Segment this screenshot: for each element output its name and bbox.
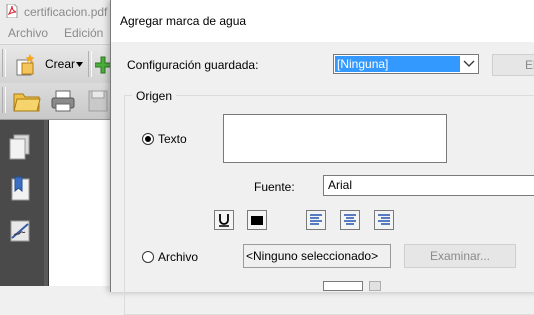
dialog-title-bar: Agregar marca de agua [111, 0, 534, 42]
saved-config-dropdown[interactable]: [Ninguna] [333, 54, 479, 74]
file-radio[interactable] [142, 251, 154, 263]
toolbar-grip [2, 49, 6, 77]
chevron-down-icon [463, 60, 475, 67]
page-thumbnails-icon[interactable] [9, 134, 31, 160]
align-right-button[interactable] [374, 210, 394, 230]
font-label: Fuente: [254, 180, 295, 194]
menu-archivo[interactable]: Archivo [8, 26, 48, 40]
add-green-icon[interactable] [95, 55, 111, 75]
file-path-field[interactable]: <Ninguno seleccionado> [243, 244, 391, 268]
document-page [48, 120, 115, 286]
page-number-field[interactable] [323, 281, 363, 291]
toolbar-grip [2, 87, 6, 113]
align-left-button[interactable] [306, 210, 326, 230]
create-icon [16, 54, 35, 76]
menu-edicion[interactable]: Edición [64, 26, 103, 40]
saved-config-label: Configuración guardada: [127, 58, 259, 72]
font-dropdown[interactable]: Arial [323, 175, 534, 196]
bookmarks-icon[interactable] [9, 176, 31, 202]
stepper-up-button[interactable] [369, 281, 381, 291]
watermark-text-input[interactable] [223, 114, 447, 163]
align-center-icon [344, 214, 356, 225]
saved-config-value: [Ninguna] [335, 56, 460, 72]
create-button[interactable]: Crear [45, 57, 75, 71]
toolbar-separator [88, 51, 92, 77]
browse-label: Examinar... [429, 249, 491, 263]
navigation-pane [0, 120, 44, 286]
browse-button[interactable]: Examinar... [404, 244, 516, 268]
open-folder-icon[interactable] [13, 90, 41, 112]
font-value: Arial [328, 178, 353, 192]
text-color-button[interactable] [247, 210, 267, 230]
signatures-icon[interactable] [9, 218, 31, 244]
align-right-icon [378, 214, 390, 225]
create-dropdown-arrow-icon[interactable] [76, 62, 83, 67]
file-path-value: <Ninguno seleccionado> [246, 249, 379, 263]
save-icon[interactable] [88, 90, 108, 112]
delete-config-button[interactable]: El [492, 54, 534, 76]
file-radio-label: Archivo [158, 250, 199, 264]
dialog-title: Agregar marca de agua [120, 14, 247, 28]
underline-button[interactable] [214, 210, 234, 230]
align-left-icon [310, 214, 322, 225]
delete-config-label: El [525, 58, 534, 72]
text-radio[interactable] [142, 133, 154, 145]
align-center-button[interactable] [340, 210, 360, 230]
color-swatch-icon [251, 216, 263, 225]
watermark-dialog: Agregar marca de agua Configuración guar… [110, 0, 534, 315]
underline-icon [219, 214, 229, 227]
app-title: certificacion.pdf [24, 5, 108, 19]
text-radio-label: Texto [158, 132, 187, 146]
print-icon[interactable] [51, 89, 75, 113]
origin-group-label: Origen [132, 89, 177, 103]
pdf-file-icon [6, 4, 18, 18]
